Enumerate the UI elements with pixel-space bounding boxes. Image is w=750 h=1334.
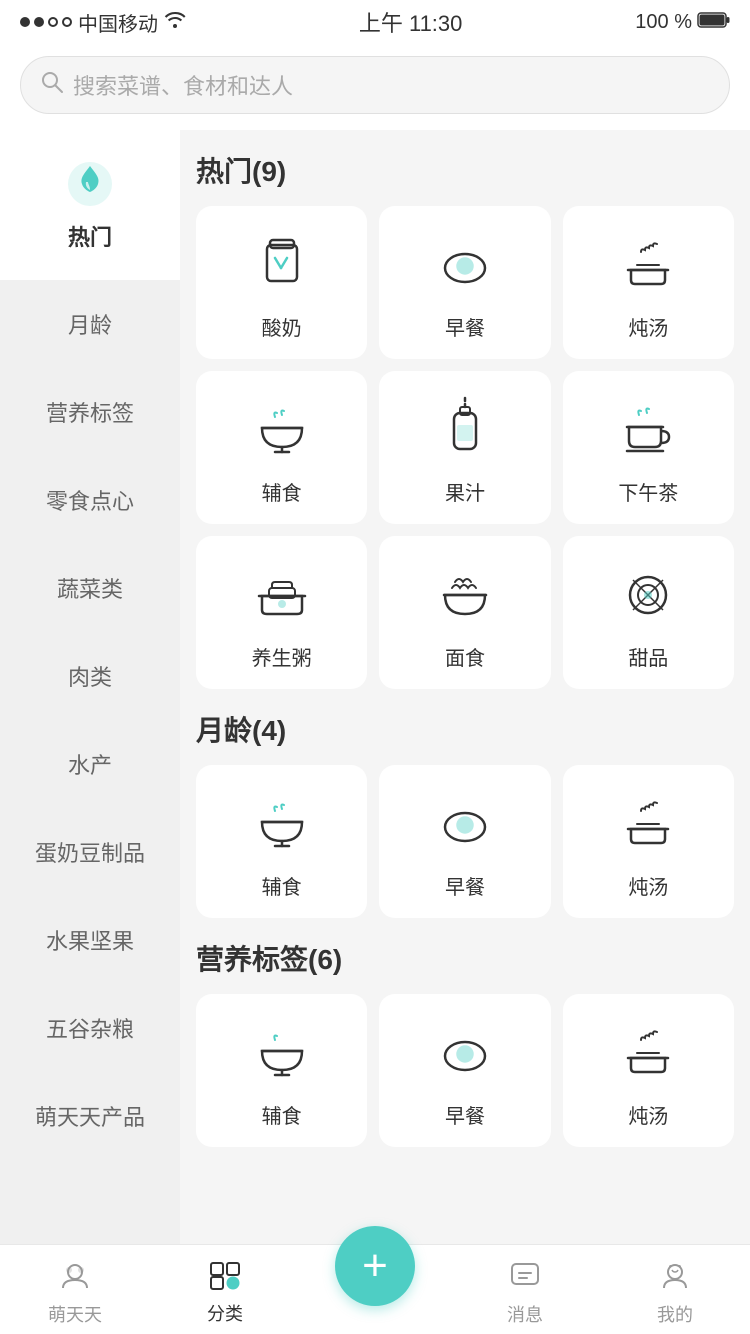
dessert-label: 甜品 bbox=[628, 642, 668, 671]
battery-percent: 100 % bbox=[635, 11, 692, 34]
category-icon bbox=[209, 1261, 241, 1296]
grid-item-soup[interactable]: 炖汤 bbox=[563, 206, 734, 359]
complementary-label: 辅食 bbox=[262, 477, 302, 506]
grid-item-noodles[interactable]: 面食 bbox=[379, 536, 550, 689]
sidebar-item-meat[interactable]: 肉类 bbox=[0, 632, 180, 720]
grid-item-juice[interactable]: 果汁 bbox=[379, 371, 550, 524]
tab-message-label: 消息 bbox=[507, 1301, 543, 1327]
grid-item-comp2[interactable]: 辅食 bbox=[196, 765, 367, 918]
dot2 bbox=[34, 17, 44, 27]
hot-active-icon: 热门 bbox=[0, 158, 180, 252]
grid-item-break3[interactable]: 早餐 bbox=[379, 994, 550, 1147]
grid-item-soup2[interactable]: 炖汤 bbox=[563, 765, 734, 918]
grid-item-complementary[interactable]: 辅食 bbox=[196, 371, 367, 524]
sidebar-grains-label: 五谷杂粮 bbox=[46, 1017, 134, 1042]
search-placeholder-text: 搜索菜谱、食材和达人 bbox=[73, 69, 293, 101]
comp3-label: 辅食 bbox=[262, 1100, 302, 1129]
sidebar-item-hot[interactable]: 热门 bbox=[0, 130, 180, 280]
breakfast-label: 早餐 bbox=[445, 312, 485, 341]
sidebar-age-label: 月龄 bbox=[68, 313, 112, 338]
dot3 bbox=[48, 17, 58, 27]
tab-home-label: 萌天天 bbox=[48, 1301, 102, 1327]
soup2-label: 炖汤 bbox=[628, 871, 668, 900]
home-icon bbox=[59, 1260, 91, 1297]
sidebar-item-product[interactable]: 萌天天产品 bbox=[0, 1072, 180, 1160]
soup-label: 炖汤 bbox=[628, 312, 668, 341]
age-section-title: 月龄(4) bbox=[196, 709, 734, 749]
tab-item-mine[interactable]: 我的 bbox=[600, 1252, 750, 1327]
carrier-text: 中国移动 bbox=[78, 8, 158, 37]
sidebar-item-seafood[interactable]: 水产 bbox=[0, 720, 180, 808]
signal-dots bbox=[20, 17, 72, 27]
dot4 bbox=[62, 17, 72, 27]
tab-category-label: 分类 bbox=[207, 1300, 243, 1326]
sidebar-item-fruits[interactable]: 水果坚果 bbox=[0, 896, 180, 984]
grid-item-break2[interactable]: 早餐 bbox=[379, 765, 550, 918]
sidebar-item-grains[interactable]: 五谷杂粮 bbox=[0, 984, 180, 1072]
mine-icon bbox=[659, 1260, 691, 1297]
dot1 bbox=[20, 17, 30, 27]
sidebar-fruits-label: 水果坚果 bbox=[46, 929, 134, 954]
sidebar-snacks-label: 零食点心 bbox=[46, 489, 134, 514]
grid-item-comp3[interactable]: 辅食 bbox=[196, 994, 367, 1147]
tab-item-home[interactable]: 萌天天 bbox=[0, 1252, 150, 1327]
hot-section-title: 热门(9) bbox=[196, 150, 734, 190]
sidebar-seafood-label: 水产 bbox=[68, 753, 112, 778]
sidebar-item-age[interactable]: 月龄 bbox=[0, 280, 180, 368]
grid-item-afternoon-tea[interactable]: 下午茶 bbox=[563, 371, 734, 524]
soup3-label: 炖汤 bbox=[628, 1100, 668, 1129]
content-area: 热门(9) 酸奶 早餐 bbox=[180, 130, 750, 1266]
search-bar-container: 搜索菜谱、食材和达人 bbox=[0, 44, 750, 130]
sidebar-item-dairy[interactable]: 蛋奶豆制品 bbox=[0, 808, 180, 896]
afternoon-tea-label: 下午茶 bbox=[618, 477, 678, 506]
sidebar-product-label: 萌天天产品 bbox=[35, 1105, 145, 1130]
grid-item-porridge[interactable]: 养生粥 bbox=[196, 536, 367, 689]
juice-label: 果汁 bbox=[445, 477, 485, 506]
grid-item-yogurt[interactable]: 酸奶 bbox=[196, 206, 367, 359]
tab-item-category[interactable]: 分类 bbox=[150, 1253, 300, 1326]
comp2-label: 辅食 bbox=[262, 871, 302, 900]
yogurt-label: 酸奶 bbox=[262, 312, 302, 341]
nutrition-section-title: 营养标签(6) bbox=[196, 938, 734, 978]
sidebar-hot-label: 热门 bbox=[68, 220, 112, 252]
status-left: 中国移动 bbox=[20, 8, 186, 37]
search-icon bbox=[41, 71, 63, 99]
main-layout: 热门 月龄 营养标签 零食点心 蔬菜类 肉类 水产 蛋奶豆制品 水果坚果 五谷杂… bbox=[0, 130, 750, 1266]
fab-button[interactable]: + bbox=[335, 1226, 415, 1306]
search-bar[interactable]: 搜索菜谱、食材和达人 bbox=[20, 56, 730, 114]
message-icon bbox=[509, 1260, 541, 1297]
age-grid: 辅食 早餐 炖汤 bbox=[196, 765, 734, 918]
tab-mine-label: 我的 bbox=[657, 1301, 693, 1327]
hot-grid: 酸奶 早餐 炖汤 bbox=[196, 206, 734, 689]
porridge-label: 养生粥 bbox=[252, 642, 312, 671]
sidebar-veg-label: 蔬菜类 bbox=[57, 577, 123, 602]
grid-item-soup3[interactable]: 炖汤 bbox=[563, 994, 734, 1147]
grid-item-dessert[interactable]: 甜品 bbox=[563, 536, 734, 689]
sidebar-item-vegetables[interactable]: 蔬菜类 bbox=[0, 544, 180, 632]
sidebar-item-nutrition[interactable]: 营养标签 bbox=[0, 368, 180, 456]
tab-item-message[interactable]: 消息 bbox=[450, 1252, 600, 1327]
wifi-icon bbox=[164, 10, 186, 34]
break3-label: 早餐 bbox=[445, 1100, 485, 1129]
fab-icon: + bbox=[362, 1241, 388, 1291]
sidebar: 热门 月龄 营养标签 零食点心 蔬菜类 肉类 水产 蛋奶豆制品 水果坚果 五谷杂… bbox=[0, 130, 180, 1266]
status-right: 100 % bbox=[635, 11, 730, 34]
battery-icon bbox=[698, 11, 730, 34]
status-time: 上午 11:30 bbox=[359, 6, 463, 38]
break2-label: 早餐 bbox=[445, 871, 485, 900]
grid-item-breakfast[interactable]: 早餐 bbox=[379, 206, 550, 359]
sidebar-nutrition-label: 营养标签 bbox=[46, 401, 134, 426]
nutrition-grid: 辅食 早餐 炖汤 bbox=[196, 994, 734, 1147]
sidebar-meat-label: 肉类 bbox=[68, 665, 112, 690]
sidebar-item-snacks[interactable]: 零食点心 bbox=[0, 456, 180, 544]
status-bar: 中国移动 上午 11:30 100 % bbox=[0, 0, 750, 44]
sidebar-dairy-label: 蛋奶豆制品 bbox=[35, 841, 145, 866]
noodles-label: 面食 bbox=[445, 642, 485, 671]
